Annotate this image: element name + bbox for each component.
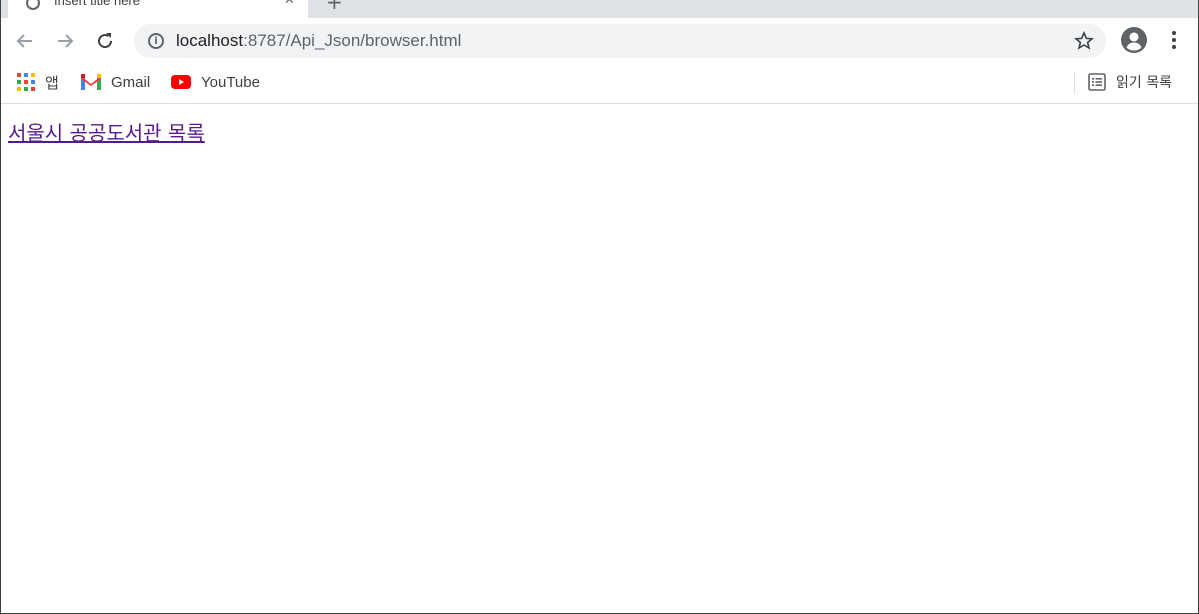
tab-title: Insert title here — [54, 0, 140, 8]
kebab-menu-icon[interactable] — [1162, 26, 1186, 54]
reading-list-icon — [1088, 73, 1106, 91]
page-content: 서울시 공공도서관 목록 — [0, 105, 1199, 613]
arrow-left-icon — [16, 34, 32, 48]
bookmark-label: Gmail — [111, 73, 151, 91]
tab-close-icon[interactable]: ✕ — [284, 0, 295, 8]
browser-toolbar: i localhost:8787/Api_Json/browser.html — [0, 18, 1199, 64]
new-tab-button[interactable]: + — [326, 0, 343, 14]
bookmark-apps[interactable]: 앱 — [17, 70, 59, 94]
bookmark-star-icon[interactable] — [1072, 29, 1096, 53]
bookmark-label: 앱 — [45, 74, 59, 92]
tab-strip: Insert title here ✕ + — [0, 0, 1199, 18]
library-list-link[interactable]: 서울시 공공도서관 목록 — [8, 117, 205, 146]
address-bar[interactable]: i localhost:8787/Api_Json/browser.html — [134, 24, 1106, 58]
profile-avatar-icon[interactable] — [1120, 26, 1148, 54]
browser-tab[interactable]: Insert title here ✕ — [8, 0, 308, 18]
reading-list-button[interactable]: 읽기 목록 — [1088, 70, 1172, 94]
apps-grid-icon — [17, 73, 35, 91]
reload-icon — [98, 33, 113, 49]
url-text[interactable]: localhost:8787/Api_Json/browser.html — [176, 31, 461, 51]
back-button[interactable] — [10, 26, 40, 56]
bookmark-youtube[interactable]: YouTube — [171, 70, 260, 94]
reload-button[interactable] — [90, 26, 120, 56]
reading-list-label: 읽기 목록 — [1116, 75, 1172, 91]
favicon-icon — [26, 0, 40, 10]
gmail-icon — [81, 74, 101, 90]
bookmarks-divider — [1074, 72, 1075, 94]
youtube-icon — [171, 75, 191, 89]
bookmark-gmail[interactable]: Gmail — [81, 70, 150, 94]
arrow-right-icon — [58, 34, 74, 48]
bookmarks-bar: 앱 Gmail YouTube 읽기 목록 — [0, 64, 1199, 104]
bookmark-label: YouTube — [201, 73, 260, 91]
forward-button[interactable] — [50, 26, 80, 56]
site-info-icon[interactable]: i — [148, 33, 164, 49]
